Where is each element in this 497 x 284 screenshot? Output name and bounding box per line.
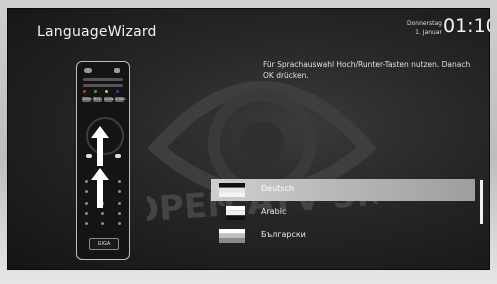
- remote-text-key: Text: [93, 97, 102, 102]
- list-scrollbar[interactable]: [480, 180, 483, 224]
- remote-key: [115, 154, 121, 158]
- language-label: Arabic: [261, 207, 287, 216]
- remote-timer-key: Timer: [82, 97, 93, 102]
- remote-key: [85, 222, 88, 225]
- remote-key-row: [83, 78, 123, 81]
- selection-highlight: [211, 179, 475, 201]
- wizard-title: LanguageWizard: [37, 24, 157, 40]
- remote-key: [85, 190, 88, 193]
- remote-key: [118, 222, 121, 225]
- arrow-up-icon: [91, 168, 109, 208]
- bulgarian-flag-icon: [219, 229, 245, 243]
- remote-yellow-key: [105, 90, 108, 93]
- remote-audio-key: Audio: [104, 97, 114, 102]
- date-label: 1. Januar: [415, 29, 442, 36]
- tv-screen: OPEN ATV 5.0 LanguageWizard Donnerstag 1…: [7, 8, 490, 270]
- remote-subtitle-key: Subtit.: [115, 97, 127, 102]
- language-item-deutsch[interactable]: Deutsch: [211, 179, 481, 202]
- german-flag-icon: [219, 183, 245, 197]
- language-label: Deutsch: [261, 184, 294, 193]
- weekday-label: Donnerstag: [406, 20, 442, 27]
- remote-mute-button: [114, 68, 120, 73]
- clock-time: 01:10: [443, 15, 490, 37]
- remote-key: [85, 202, 88, 205]
- remote-key: [101, 212, 104, 215]
- language-item-arabic[interactable]: Arabic: [211, 202, 481, 225]
- remote-key: [118, 190, 121, 193]
- remote-red-key: [83, 90, 86, 93]
- remote-key: [85, 212, 88, 215]
- date-display: Donnerstag 1. Januar: [394, 19, 442, 37]
- remote-key: [118, 180, 121, 183]
- remote-key: [85, 180, 88, 183]
- arrow-up-icon: [91, 126, 109, 166]
- remote-power-button: [84, 68, 92, 73]
- remote-key: [118, 202, 121, 205]
- remote-key: [101, 222, 104, 225]
- instruction-text: Für Sprachauswahl Hoch/Runter-Tasten nut…: [263, 60, 471, 80]
- language-item-bulgarian[interactable]: Български: [211, 225, 481, 248]
- remote-brand-logo: GIGA: [89, 238, 119, 250]
- remote-green-key: [94, 90, 97, 93]
- language-label: Български: [261, 230, 306, 239]
- language-list: Deutsch Arabic Български: [211, 179, 481, 248]
- remote-key-row: [83, 84, 123, 87]
- remote-key: [118, 212, 121, 215]
- arabic-flag-icon: [219, 206, 245, 220]
- remote-blue-key: [116, 90, 119, 93]
